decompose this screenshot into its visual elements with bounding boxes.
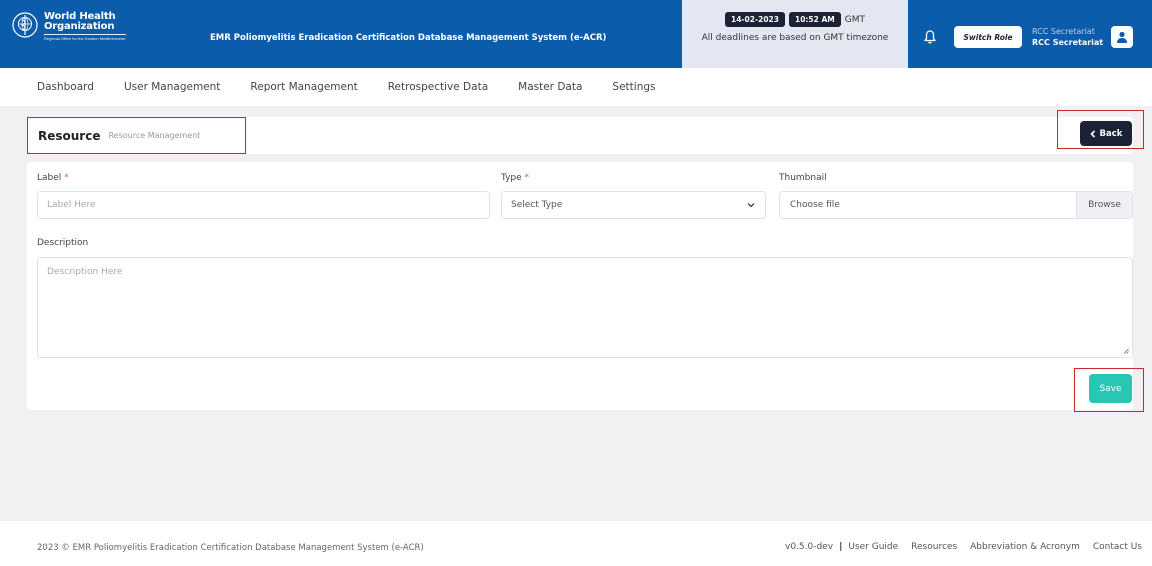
description-placeholder: Description Here — [47, 267, 123, 277]
who-emblem-icon — [12, 12, 38, 38]
back-button[interactable]: Back — [1080, 121, 1132, 146]
user-role: RCC Secretariat — [1032, 27, 1095, 36]
deadline-panel: 14-02-2023 10:52 AM GMT All deadlines ar… — [682, 0, 908, 68]
date-badge: 14-02-2023 — [725, 12, 785, 27]
footer-separator: | — [839, 542, 843, 552]
description-field-label: Description — [37, 238, 89, 248]
browse-button[interactable]: Browse — [1076, 192, 1132, 218]
nav-retrospective-data[interactable]: Retrospective Data — [388, 81, 488, 93]
timezone-label: GMT — [844, 14, 865, 25]
type-selected-value: Select Type — [511, 200, 563, 210]
title-highlight-box: Resource Resource Management — [27, 117, 246, 154]
thumbnail-field-label: Thumbnail — [779, 173, 827, 183]
logo-subtitle: Regional Office for the Eastern Mediterr… — [44, 34, 126, 41]
user-icon — [1117, 31, 1127, 43]
file-chosen-text: Choose file — [790, 200, 840, 210]
thumbnail-file-input[interactable]: Choose file Browse — [779, 191, 1133, 219]
time-badge: 10:52 AM — [788, 12, 841, 27]
nav-report-management[interactable]: Report Management — [250, 81, 357, 93]
app-title: EMR Poliomyelitis Eradication Certificat… — [210, 33, 607, 43]
back-label: Back — [1099, 128, 1123, 139]
switch-role-button[interactable]: Switch Role — [954, 26, 1022, 48]
nav-user-management[interactable]: User Management — [124, 81, 220, 93]
footer-links: v0.5.0-dev | User Guide Resources Abbrev… — [785, 542, 1142, 552]
footer-link-contact[interactable]: Contact Us — [1093, 542, 1142, 552]
breadcrumb: Resource Management — [108, 131, 201, 140]
type-select[interactable]: Select Type — [501, 191, 766, 219]
resource-form-card: Label * Label Here Type * Select Type Th… — [27, 162, 1144, 412]
version-label: v0.5.0-dev — [785, 542, 834, 552]
user-info[interactable]: RCC Secretariat RCC Secretariat — [1032, 26, 1103, 48]
footer-link-user-guide[interactable]: User Guide — [848, 542, 898, 552]
chevron-left-icon — [1089, 129, 1095, 138]
notification-bell-icon[interactable] — [924, 29, 936, 48]
page-title-bar: Resource Resource Management Back — [27, 110, 1144, 154]
avatar[interactable] — [1111, 26, 1133, 48]
user-name: RCC Secretariat — [1032, 38, 1104, 47]
type-field-label: Type * — [501, 173, 530, 183]
top-header: World Health Organization Regional Offic… — [0, 0, 1152, 68]
chevron-down-icon — [747, 203, 755, 208]
description-textarea[interactable]: Description Here — [37, 257, 1133, 358]
footer-link-abbreviation[interactable]: Abbreviation & Acronym — [970, 542, 1080, 552]
nav-master-data[interactable]: Master Data — [518, 81, 582, 93]
resize-handle-icon[interactable] — [1123, 348, 1129, 354]
deadline-note: All deadlines are based on GMT timezone — [701, 33, 889, 43]
nav-dashboard[interactable]: Dashboard — [37, 81, 94, 93]
copyright-text: 2023 © EMR Poliomyelitis Eradication Cer… — [37, 543, 424, 553]
page-title: Resource — [38, 128, 101, 143]
label-field-label: Label * — [37, 173, 69, 183]
logo-line-2: Organization — [44, 21, 115, 32]
main-nav: Dashboard User Management Report Managem… — [0, 68, 1152, 106]
nav-settings[interactable]: Settings — [612, 81, 655, 93]
label-input[interactable]: Label Here — [37, 191, 490, 219]
save-button[interactable]: Save — [1089, 374, 1132, 403]
footer: 2023 © EMR Poliomyelitis Eradication Cer… — [0, 521, 1152, 566]
who-logo[interactable]: World Health Organization Regional Offic… — [12, 12, 126, 42]
footer-link-resources[interactable]: Resources — [911, 542, 957, 552]
